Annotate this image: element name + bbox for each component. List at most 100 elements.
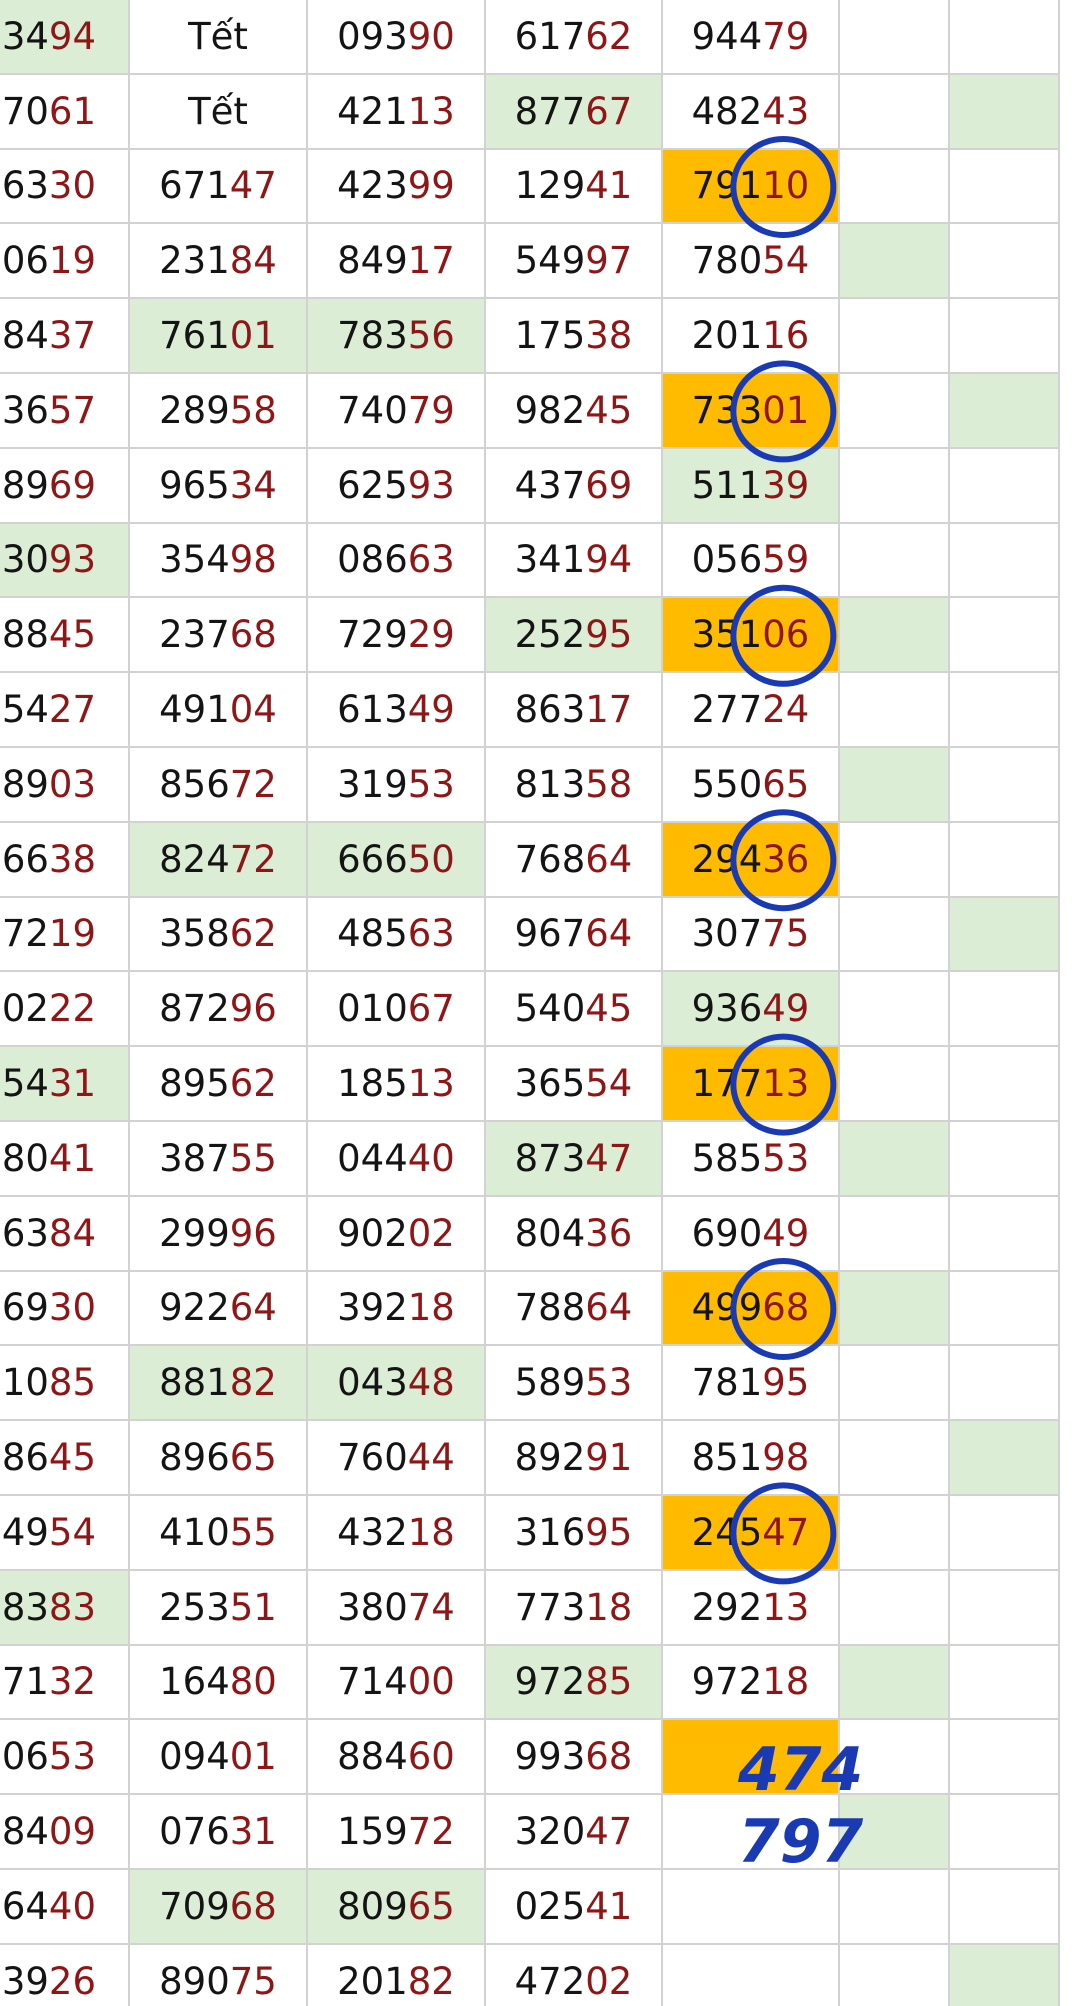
table-cell: 740 79 [308, 374, 486, 449]
table-cell: 74954 [0, 1496, 130, 1571]
cell-digits-head: 971 [0, 1660, 49, 1704]
cell-digits-tail: 67 [585, 89, 633, 133]
cell-digits-head: 320 [514, 1810, 586, 1854]
table-cell [663, 1870, 840, 1945]
cell-digits-tail: 58 [229, 388, 277, 432]
table-cell [950, 972, 1060, 1048]
table-cell [840, 448, 950, 524]
table-cell: 791 10 [663, 149, 840, 225]
cell-digits-head: 094 [159, 1735, 230, 1779]
cell-digits-head: 093 [337, 14, 408, 58]
cell-digits-head: 769 [0, 1286, 49, 1330]
table-cell [950, 598, 1060, 674]
cell-digits-tail: 01 [762, 388, 810, 432]
cell-digits-head: 988 [0, 613, 49, 657]
table-cell: 253 51 [130, 1570, 308, 1646]
cell-digits-head: 729 [337, 613, 408, 657]
table-cell [950, 1196, 1060, 1272]
cell-digits-head: 786 [0, 1436, 49, 1480]
cell-digits-head: 389 [0, 762, 49, 806]
cell-digits-tail: 26 [48, 1959, 96, 2003]
cell-digits-tail: 22 [48, 987, 96, 1031]
table-cell: 83926 [0, 1944, 130, 2006]
table-cell: 783 56 [308, 299, 486, 374]
table-cell: 437 69 [486, 448, 663, 524]
cell-digits-tail: 68 [229, 1884, 277, 1928]
table-cell: 294 36 [663, 822, 840, 898]
table-cell [840, 822, 950, 898]
table-cell: 849 17 [308, 224, 486, 300]
table-cell: 936 49 [663, 972, 840, 1048]
table-cell: 025 41 [486, 1870, 663, 1945]
table-cell: 164 80 [130, 1645, 308, 1721]
table-cell: 585 53 [663, 1122, 840, 1197]
cell-digits-head: 783 [337, 314, 408, 358]
table-cell: 613 49 [308, 673, 486, 748]
cell-digits-head: 890 [159, 1959, 230, 2003]
cell-digits-head: 881 [159, 1361, 230, 1405]
cell-digits-head: 410 [159, 1510, 230, 1554]
cell-digits-tail: 62 [229, 912, 277, 956]
cell-digits-tail: 41 [585, 164, 633, 208]
table-cell: Tết [130, 74, 308, 150]
cell-digits-head: 437 [514, 463, 586, 507]
table-cell: 993 68 [486, 1720, 663, 1796]
cell-digits-head: 482 [691, 89, 763, 133]
table-cell [950, 1944, 1060, 2006]
table-cell: 46638 [0, 822, 130, 898]
cell-digits-tail: 03 [48, 762, 96, 806]
cell-digits-tail: 79 [762, 14, 810, 58]
cell-digits-tail: 95 [585, 613, 633, 657]
table-cell [950, 1271, 1060, 1347]
cell-digits-tail: 06 [762, 613, 810, 657]
table-cell [840, 224, 950, 300]
table-cell: 809 65 [308, 1870, 486, 1945]
cell-digits-tail: 47 [229, 164, 277, 208]
table-cell: 177 13 [663, 1047, 840, 1122]
cell-digits-head: 432 [337, 1510, 408, 1554]
cell-digits-tail: 43 [762, 89, 810, 133]
table-cell [950, 1047, 1060, 1122]
table-cell: 472 02 [486, 1944, 663, 2006]
table-cell: 044 40 [308, 1122, 486, 1197]
table-cell: 97132 [0, 1645, 130, 1721]
cell-digits-head: 550 [691, 762, 763, 806]
cell-digits-tail: 64 [585, 912, 633, 956]
cell-digits-tail: 56 [407, 314, 455, 358]
cell-digits-head: 164 [0, 1884, 49, 1928]
cell-digits-tail: 58 [585, 762, 633, 806]
table-cell [950, 374, 1060, 449]
cell-digits-tail: 90 [407, 14, 455, 58]
cell-digits-tail: 62 [229, 1062, 277, 1106]
cell-digits-tail: 48 [407, 1361, 455, 1405]
table-cell [840, 1196, 950, 1272]
cell-digits-head: 341 [514, 538, 586, 582]
table-cell: 93494 [0, 0, 130, 75]
table-cell: 482 43 [663, 74, 840, 150]
cell-digits-head: 354 [159, 538, 230, 582]
cell-digits-tail: 13 [407, 89, 455, 133]
cell-digits-tail: 69 [585, 463, 633, 507]
cell-digits-tail: 97 [585, 239, 633, 283]
cell-digits-tail: 00 [407, 1660, 455, 1704]
cell-digits-head: 463 [0, 164, 49, 208]
table-cell: 760 44 [308, 1421, 486, 1496]
cell-digits-tail: 54 [585, 1062, 633, 1106]
cell-digits-tail: 84 [48, 1211, 96, 1255]
cell-digits-head: 294 [691, 837, 763, 881]
table-cell: 884 60 [308, 1720, 486, 1796]
table-cell: 307 75 [663, 897, 840, 973]
table-cell: 37061 [0, 74, 130, 150]
cell-digits-head: 760 [337, 1436, 408, 1480]
table-cell: 320 47 [486, 1795, 663, 1870]
table-cell [840, 1944, 950, 2006]
table-cell: 781 95 [663, 1346, 840, 1422]
cell-digits-head: 989 [0, 463, 49, 507]
cell-digits-head: 472 [514, 1959, 586, 2003]
cell-digits-head: 336 [0, 388, 49, 432]
cell-digits-tail: 01 [229, 1735, 277, 1779]
cell-digits-tail: 10 [762, 164, 810, 208]
cell-digits-head: 761 [159, 314, 230, 358]
cell-digits-tail: 47 [762, 1510, 810, 1554]
table-cell: 46384 [0, 1196, 130, 1272]
